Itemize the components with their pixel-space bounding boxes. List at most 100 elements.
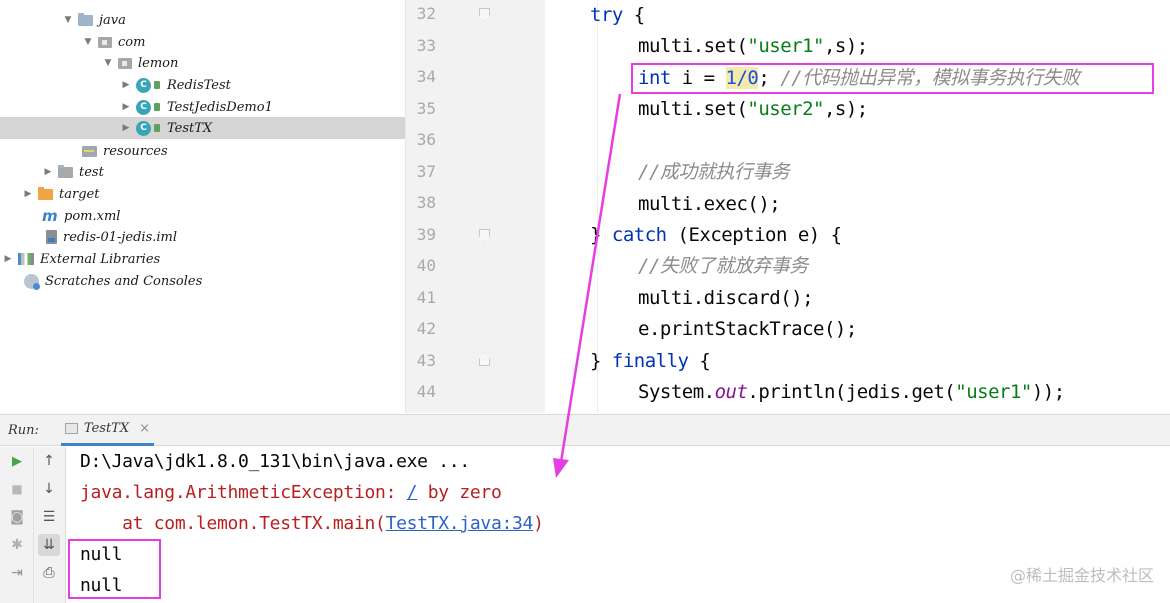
tree-item-iml[interactable]: redis-01-jedis.iml	[0, 226, 405, 248]
chevron-right-icon[interactable]: ▶	[22, 189, 34, 199]
package-icon	[118, 57, 132, 69]
code-line-33[interactable]: multi.set("user1",s);	[638, 31, 868, 61]
fold-icon[interactable]	[479, 229, 490, 242]
folder-icon	[78, 12, 93, 26]
code-editor[interactable]: try { multi.set("user1",s); int i = 1/0;…	[545, 0, 1170, 413]
fold-icon[interactable]	[479, 353, 490, 366]
line-number: 36	[416, 130, 436, 149]
login-icon[interactable]: ⇥	[6, 562, 28, 584]
tree-item-label: pom.xml	[64, 208, 121, 224]
chevron-down-icon[interactable]: ▼	[82, 37, 94, 47]
java-class-icon: C	[136, 120, 160, 136]
tree-item-label: lemon	[138, 55, 179, 71]
line-number: 41	[416, 288, 436, 307]
excluded-folder-icon	[38, 186, 53, 200]
down-arrow-icon[interactable]: ↓	[38, 478, 60, 500]
tree-item-label: target	[59, 186, 100, 202]
chevron-down-icon[interactable]: ▼	[102, 58, 114, 68]
chevron-right-icon[interactable]: ▶	[120, 80, 132, 90]
print-icon[interactable]: ⎙	[38, 562, 60, 584]
line-number: 35	[416, 99, 436, 118]
scratches-icon	[24, 273, 40, 290]
tree-item-label: test	[79, 164, 104, 180]
line-number: 38	[416, 193, 436, 212]
tree-item-label: Scratches and Consoles	[45, 273, 203, 289]
settings-icon[interactable]: ✱	[6, 534, 28, 556]
highlight-box-code	[631, 63, 1154, 94]
tab-testtx[interactable]: TestTX ×	[60, 414, 155, 446]
tree-item-label: TestTX	[167, 120, 213, 136]
code-line-43[interactable]: } finally {	[590, 346, 711, 376]
chevron-right-icon[interactable]: ▶	[120, 123, 132, 133]
line-number: 44	[416, 382, 436, 401]
line-number: 34	[416, 67, 436, 86]
line-number: 43	[416, 351, 436, 370]
chevron-right-icon[interactable]: ▶	[120, 102, 132, 112]
console-exception-line: java.lang.ArithmeticException: / by zero	[80, 482, 502, 503]
tree-item-label: External Libraries	[40, 251, 161, 267]
code-line-38[interactable]: multi.exec();	[638, 189, 781, 219]
line-number: 37	[416, 162, 436, 181]
tree-item-testjedisdemo1[interactable]: ▶ C TestJedisDemo1	[0, 96, 405, 118]
tree-item-scratches[interactable]: Scratches and Consoles	[0, 270, 405, 292]
tree-item-label: RedisTest	[167, 77, 231, 93]
code-line-44[interactable]: System.out.println(jedis.get("user1"));	[638, 377, 1065, 407]
close-icon[interactable]: ×	[139, 421, 150, 436]
tree-item-test[interactable]: ▶ test	[0, 161, 405, 183]
code-line-35[interactable]: multi.set("user2",s);	[638, 94, 868, 124]
run-icon[interactable]: ▶	[6, 450, 28, 472]
soft-wrap-icon[interactable]: ☰	[38, 506, 60, 528]
highlight-box-output	[68, 539, 161, 599]
scroll-to-end-icon[interactable]: ⇊	[38, 534, 60, 556]
tree-item-redistest[interactable]: ▶ C RedisTest	[0, 74, 405, 96]
code-line-41[interactable]: multi.discard();	[638, 283, 814, 313]
camera-icon[interactable]: ◙	[6, 506, 28, 528]
chevron-right-icon[interactable]: ▶	[2, 254, 14, 264]
code-line-42[interactable]: e.printStackTrace();	[638, 314, 857, 344]
tree-item-label: TestJedisDemo1	[167, 99, 273, 115]
exception-link[interactable]: /	[407, 482, 418, 503]
libraries-icon	[18, 253, 34, 265]
tree-item-label: redis-01-jedis.iml	[63, 229, 178, 245]
up-arrow-icon[interactable]: ↑	[38, 450, 60, 472]
folder-icon	[58, 164, 73, 178]
project-tree: ▼ java ▼ com ▼ lemon ▶ C RedisTest ▶ C T…	[0, 0, 405, 413]
chevron-right-icon[interactable]: ▶	[42, 167, 54, 177]
stop-icon[interactable]: ■	[6, 478, 28, 500]
iml-file-icon	[46, 230, 57, 244]
code-line-39[interactable]: } catch (Exception e) {	[590, 220, 842, 250]
stack-trace-link[interactable]: TestTX.java:34	[386, 513, 534, 534]
tree-item-com[interactable]: ▼ com	[0, 31, 405, 53]
code-line-37[interactable]: //成功就执行事务	[638, 157, 790, 187]
code-line-40[interactable]: //失败了就放弃事务	[638, 251, 808, 281]
maven-icon: m	[42, 207, 58, 225]
tree-item-label: java	[99, 12, 126, 28]
resources-folder-icon	[82, 145, 97, 157]
watermark: @稀土掘金技术社区	[1009, 566, 1154, 585]
line-number: 42	[416, 319, 436, 338]
tree-item-testtx[interactable]: ▶ C TestTX	[0, 117, 405, 139]
tree-item-target[interactable]: ▶ target	[0, 183, 405, 205]
console-output[interactable]: D:\Java\jdk1.8.0_131\bin\java.exe ... ja…	[66, 447, 1170, 603]
run-tool-window-header: Run: TestTX ×	[0, 414, 1170, 446]
chevron-down-icon[interactable]: ▼	[62, 15, 74, 25]
java-class-icon: C	[136, 99, 160, 115]
tree-item-label: resources	[103, 143, 168, 159]
tree-item-pom[interactable]: m pom.xml	[0, 205, 405, 227]
code-line-32[interactable]: try {	[590, 0, 645, 30]
fold-icon[interactable]	[479, 8, 490, 21]
tree-item-java[interactable]: ▼ java	[0, 9, 405, 31]
console-command-line: D:\Java\jdk1.8.0_131\bin\java.exe ...	[80, 451, 470, 472]
tab-title: TestTX	[83, 421, 130, 436]
run-toolbar-right: ↑ ↓ ☰ ⇊ ⎙	[34, 447, 66, 603]
tree-item-lemon[interactable]: ▼ lemon	[0, 52, 405, 74]
line-number: 39	[416, 225, 436, 244]
tree-item-resources[interactable]: resources	[0, 140, 405, 162]
run-toolbar-left: ▶ ■ ◙ ✱ ⇥	[0, 447, 34, 603]
java-class-icon: C	[136, 77, 160, 93]
line-number: 40	[416, 256, 436, 275]
run-label: Run:	[8, 422, 39, 438]
tree-item-external-libraries[interactable]: ▶ External Libraries	[0, 248, 405, 270]
console-tab-icon	[64, 423, 78, 434]
line-number: 33	[416, 36, 436, 55]
